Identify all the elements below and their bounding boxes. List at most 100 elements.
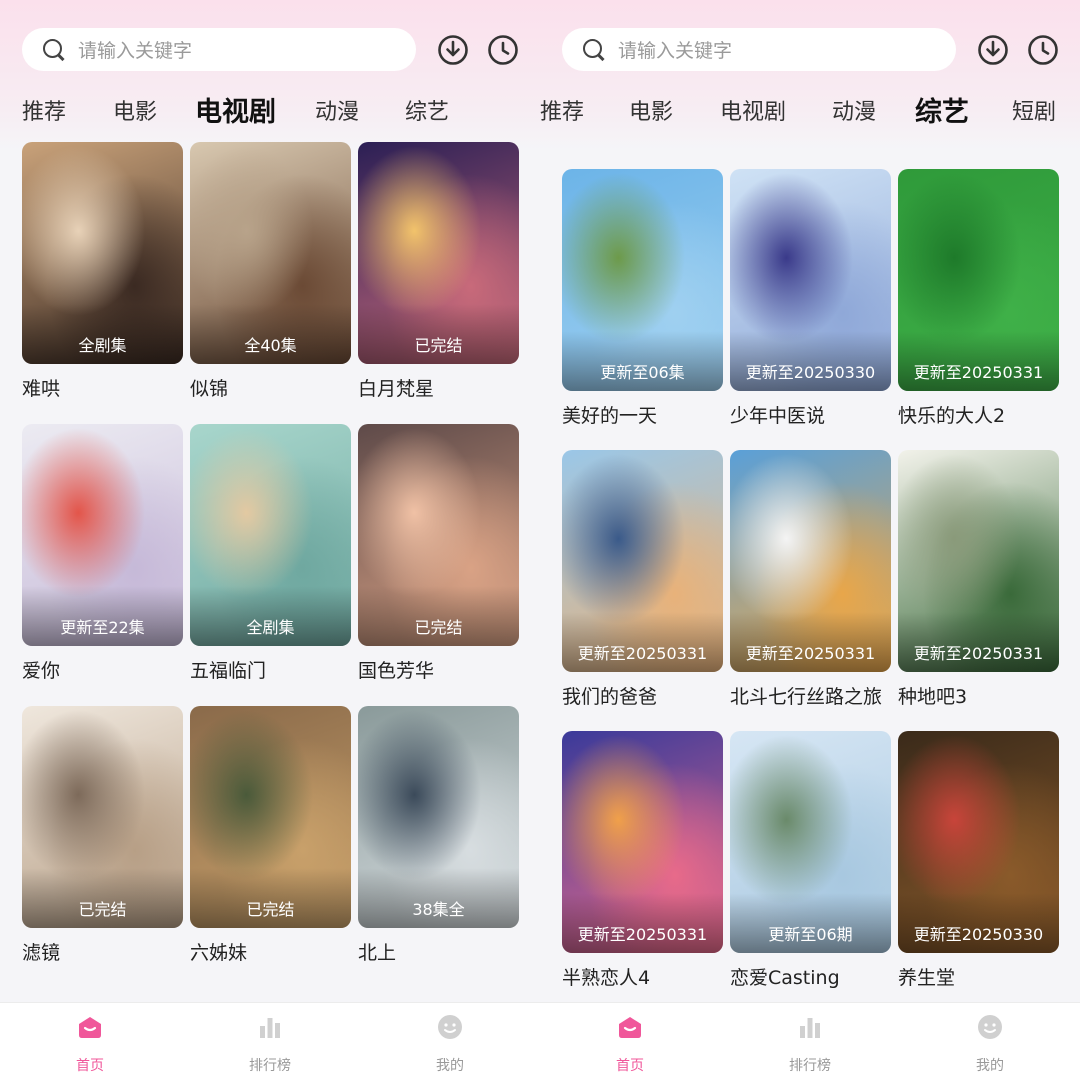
download-icon[interactable] xyxy=(977,34,1009,66)
episode-badge: 更新至20250331 xyxy=(745,644,876,663)
video-card[interactable]: 更新至20250331 种地吧3 xyxy=(898,450,1059,709)
episode-badge: 全剧集 xyxy=(246,618,295,637)
video-title[interactable]: 难哄 xyxy=(22,374,183,401)
video-title[interactable]: 北斗七行丝路之旅 xyxy=(730,682,891,709)
video-card[interactable]: 已完结 白月梵星 xyxy=(358,142,519,401)
video-title[interactable]: 似锦 xyxy=(190,374,351,401)
episode-badge: 更新至06期 xyxy=(768,925,853,944)
video-title[interactable]: 快乐的大人2 xyxy=(898,401,1059,428)
poster-image[interactable]: 已完结 xyxy=(190,706,351,928)
video-title[interactable]: 白月梵星 xyxy=(358,374,519,401)
nav-home-label: 首页 xyxy=(616,1058,644,1074)
video-card[interactable]: 已完结 滤镜 xyxy=(22,706,183,965)
video-title[interactable]: 滤镜 xyxy=(22,938,183,965)
video-title[interactable]: 半熟恋人4 xyxy=(562,963,723,990)
search-input[interactable]: 请输入关键字 xyxy=(562,28,956,71)
tab-recommend[interactable]: 推荐 xyxy=(22,94,66,126)
history-icon[interactable] xyxy=(487,34,519,66)
video-card[interactable]: 更新至20250331 快乐的大人2 xyxy=(898,169,1059,428)
tab-short-drama[interactable]: 短剧 xyxy=(1012,94,1056,126)
video-title[interactable]: 六姊妹 xyxy=(190,938,351,965)
nav-profile-label: 我的 xyxy=(436,1058,464,1074)
poster-image[interactable]: 更新至20250331 xyxy=(562,731,723,953)
video-title[interactable]: 我们的爸爸 xyxy=(562,682,723,709)
tab-tv-series[interactable]: 电视剧 xyxy=(195,90,276,129)
poster-image[interactable]: 更新至20250331 xyxy=(730,450,891,672)
video-title[interactable]: 国色芳华 xyxy=(358,656,519,683)
poster-image[interactable]: 更新至06期 xyxy=(730,731,891,953)
video-card[interactable]: 全40集似锦 xyxy=(190,142,351,401)
bottom-nav: 首页 排行榜 我的 xyxy=(0,1002,540,1080)
tab-variety[interactable]: 综艺 xyxy=(405,94,449,126)
tab-movies[interactable]: 电影 xyxy=(113,94,157,126)
episode-badge: 更新至20250331 xyxy=(577,925,708,944)
episode-badge: 更新至20250331 xyxy=(913,644,1044,663)
video-card[interactable]: 38集全北上 xyxy=(358,706,519,965)
ranking-icon xyxy=(800,1018,820,1038)
nav-ranking[interactable]: 排行榜 xyxy=(760,1013,860,1075)
poster-image[interactable]: 已完结 xyxy=(22,706,183,928)
tab-tv-series[interactable]: 电视剧 xyxy=(720,94,786,126)
video-title[interactable]: 少年中医说 xyxy=(730,401,891,428)
video-title[interactable]: 爱你 xyxy=(22,656,183,683)
history-icon[interactable] xyxy=(1027,34,1059,66)
poster-image[interactable]: 更新至06集 xyxy=(562,169,723,391)
video-card[interactable]: 更新至20250330 养生堂 xyxy=(898,731,1059,990)
video-card[interactable]: 更新至06集美好的一天 xyxy=(562,169,723,428)
category-tabs: 短剧推荐 电影 电视剧 动漫 综艺 短剧 xyxy=(540,90,1080,130)
video-title[interactable]: 养生堂 xyxy=(898,963,1059,990)
download-icon[interactable] xyxy=(437,34,469,66)
video-card[interactable]: 更新至06期恋爱Casting xyxy=(730,731,891,990)
video-title[interactable]: 美好的一天 xyxy=(562,401,723,428)
episode-badge: 更新至20250330 xyxy=(745,363,876,382)
tab-variety[interactable]: 综艺 xyxy=(915,90,969,129)
episode-badge: 全剧集 xyxy=(78,336,127,355)
poster-image[interactable]: 更新至20250331 xyxy=(898,450,1059,672)
video-card[interactable]: 更新至22集爱你 xyxy=(22,424,183,683)
tab-short-drama-recommend[interactable]: 短剧推荐 xyxy=(540,94,584,126)
poster-image[interactable]: 38集全 xyxy=(358,706,519,928)
right-screen: 请输入关键字 短剧推荐 电影 电视剧 动漫 综艺 短剧 更新至06集美好的一天更… xyxy=(540,0,1080,1080)
video-card[interactable]: 更新至20250331 半熟恋人4 xyxy=(562,731,723,990)
search-input[interactable]: 请输入关键字 xyxy=(22,28,416,71)
search-icon xyxy=(582,38,606,62)
poster-image[interactable]: 全剧集 xyxy=(190,424,351,646)
episode-badge: 已完结 xyxy=(246,900,295,919)
video-card[interactable]: 更新至20250331 我们的爸爸 xyxy=(562,450,723,709)
video-card[interactable]: 全剧集 难哄 xyxy=(22,142,183,401)
tab-anime[interactable]: 动漫 xyxy=(832,94,876,126)
video-title[interactable]: 五福临门 xyxy=(190,656,351,683)
left-screen: 请输入关键字 推荐 电影 电视剧 动漫 综艺 全剧集 难哄 全40集 似锦 已完结 白月梵… xyxy=(0,0,540,1080)
poster-image[interactable]: 更新至20250330 xyxy=(898,731,1059,953)
video-card[interactable]: 全剧集 五福临门 xyxy=(190,424,351,683)
nav-home[interactable]: 首页 xyxy=(40,1013,140,1075)
poster-image[interactable]: 全剧集 xyxy=(22,142,183,364)
poster-image[interactable]: 更新至20250331 xyxy=(562,450,723,672)
profile-icon xyxy=(978,1015,1002,1039)
poster-image[interactable]: 更新至20250330 xyxy=(730,169,891,391)
video-title[interactable]: 北上 xyxy=(358,938,519,965)
poster-image[interactable]: 已完结 xyxy=(358,424,519,646)
poster-image[interactable]: 全40集 xyxy=(190,142,351,364)
nav-home[interactable]: 首页 xyxy=(580,1013,680,1075)
tab-movies[interactable]: 电影 xyxy=(629,94,673,126)
poster-image[interactable]: 更新至22集 xyxy=(22,424,183,646)
poster-image[interactable]: 更新至20250331 xyxy=(898,169,1059,391)
search-placeholder: 请输入关键字 xyxy=(618,40,733,62)
video-title[interactable]: 种地吧3 xyxy=(898,682,1059,709)
nav-ranking[interactable]: 排行榜 xyxy=(220,1013,320,1075)
video-card[interactable]: 已完结 六姊妹 xyxy=(190,706,351,965)
video-card[interactable]: 更新至20250330 少年中医说 xyxy=(730,169,891,428)
nav-profile[interactable]: 我的 xyxy=(940,1013,1040,1075)
video-card[interactable]: 已完结 国色芳华 xyxy=(358,424,519,683)
video-title[interactable]: 恋爱Casting xyxy=(730,963,891,990)
tab-anime[interactable]: 动漫 xyxy=(315,94,359,126)
video-card[interactable]: 更新至20250331 北斗七行丝路之旅 xyxy=(730,450,891,709)
home-icon xyxy=(79,1017,101,1038)
nav-profile-label: 我的 xyxy=(976,1058,1004,1074)
nav-ranking-label: 排行榜 xyxy=(249,1058,291,1074)
poster-image[interactable]: 已完结 xyxy=(358,142,519,364)
episode-badge: 已完结 xyxy=(414,618,463,637)
nav-profile[interactable]: 我的 xyxy=(400,1013,500,1075)
category-tabs: 推荐 电影 电视剧 动漫 综艺 xyxy=(0,90,540,130)
